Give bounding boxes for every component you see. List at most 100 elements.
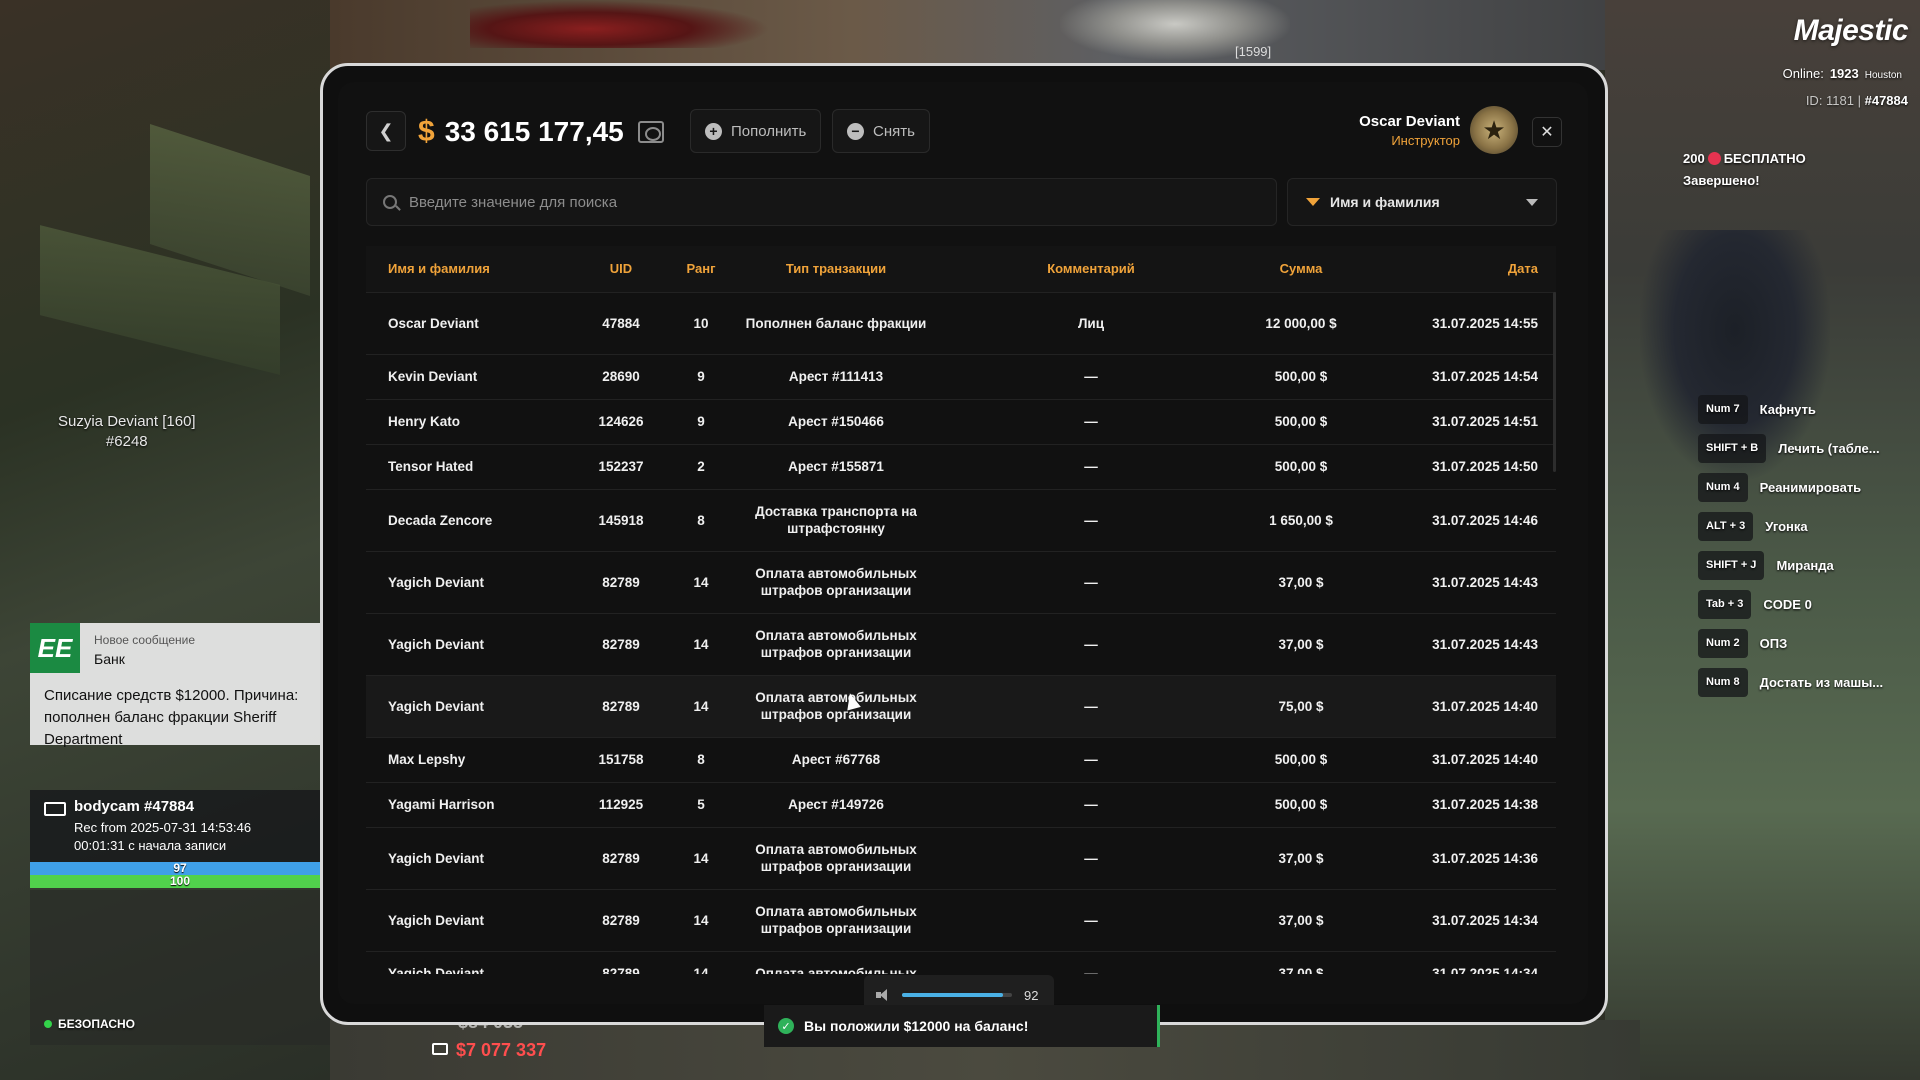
cell-sum: 500,00 $ [1246,353,1356,399]
cell-comment: — [936,550,1246,613]
search-bar [366,178,1277,226]
cell-type: Арест #150466 [736,398,936,444]
table-scrollbar[interactable] [1553,292,1556,472]
back-button[interactable]: ❮ [366,111,406,151]
notification-sender: Банк [94,651,125,667]
table-header-row: Имя и фамилия UID Ранг Тип транзакции Ко… [366,246,1556,292]
withdraw-button[interactable]: − Снять [832,109,930,153]
cell-date: 31.07.2025 14:51 [1356,398,1556,444]
safe-zone-label: БЕЗОПАСНО [58,1017,135,1031]
health-value: 100 [169,874,191,888]
cell-uid: 82789 [576,550,666,613]
cell-date: 31.07.2025 14:38 [1356,781,1556,827]
red-car [470,0,770,48]
chevron-left-icon: ❮ [378,120,394,141]
cell-date: 31.07.2025 14:40 [1356,736,1556,782]
cell-name: Yagich Deviant [366,674,576,737]
cell-sum: 12 000,00 $ [1246,291,1356,354]
table-row[interactable]: Tensor Hated 152237 2 Арест #155871—500,00 … [366,443,1556,489]
header-type: Тип транзакции [736,246,936,292]
header-date: Дата [1356,246,1556,292]
cell-uid: 151758 [576,736,666,782]
hotkey-key: Num 4 [1698,473,1748,502]
hotkey-key: Num 7 [1698,395,1748,424]
bodycam-rec: Rec from 2025-07-31 14:53:46 [74,820,252,835]
bonus-reward: 200 БЕСПЛАТНО Завершено! [1683,148,1806,192]
cell-uid: 124626 [576,398,666,444]
table-row[interactable]: Yagich Deviant 82789 14 Оплата автомобильны… [366,950,1556,974]
speaker-icon[interactable] [876,988,890,1002]
table-row[interactable]: Henry Kato 124626 9 Арест #150466—500,00 $3… [366,398,1556,444]
cell-comment: — [936,826,1246,889]
hotkey-key: Num 8 [1698,668,1748,697]
minus-circle-icon: − [847,122,864,140]
hotkey-action: Лечить (табле... [1778,441,1880,456]
deposit-button[interactable]: + Пополнить [690,109,822,153]
hotkey-action: ОПЗ [1759,636,1788,651]
hotkey-item: Num 4 Реанимировать [1698,468,1883,507]
cell-date: 31.07.2025 14:34 [1356,950,1556,974]
table-row[interactable]: Max Lepshy 151758 8 Арест #67768—500,00 $31… [366,736,1556,782]
online-count: 1923 [1829,66,1859,81]
close-icon: ✕ [1540,124,1554,141]
hotkey-item: SHIFT + B Лечить (табле... [1698,429,1883,468]
hotkey-item: Tab + 3 CODE 0 [1698,585,1883,624]
cell-uid: 82789 [576,674,666,737]
cell-date: 31.07.2025 14:40 [1356,674,1556,737]
table-row[interactable]: Yagich Deviant 82789 14 Оплата автомобильны… [366,888,1556,951]
cell-name: Yagich Deviant [366,550,576,613]
cell-uid: 145918 [576,488,666,551]
cell-comment: — [936,612,1246,675]
cell-rank: 14 [666,612,736,675]
filter-dropdown[interactable]: Имя и фамилия [1287,178,1557,226]
bank-logo-icon: EE [30,623,80,673]
hotkey-key: SHIFT + J [1698,551,1765,580]
cell-rank: 14 [666,550,736,613]
hotkey-action: CODE 0 [1763,597,1812,612]
cell-type: Арест #111413 [736,353,936,399]
check-icon: ✓ [778,1018,794,1034]
table-row[interactable]: Yagich Deviant 82789 14 Оплата автомобильны… [366,550,1556,613]
cell-name: Henry Kato [366,398,576,444]
cell-date: 31.07.2025 14:55 [1356,291,1556,354]
volume-slider[interactable] [902,993,1012,997]
cell-comment: — [936,888,1246,951]
search-input[interactable] [409,193,1209,211]
cell-comment: Лиц [936,291,1246,354]
player-nametag: Suzyia Deviant [160] #6248 [58,412,196,452]
card-icon [432,1043,448,1055]
cell-sum: 37,00 $ [1246,612,1356,675]
withdraw-label: Снять [873,122,915,140]
cell-sum: 1 650,00 $ [1246,488,1356,551]
cell-name: Yagich Deviant [366,826,576,889]
filter-label: Имя и фамилия [1330,194,1440,210]
table-row[interactable]: Yagich Deviant 82789 14 Оплата автомобильны… [366,612,1556,675]
cell-rank: 8 [666,488,736,551]
hotkey-item: ALT + 3 Угонка [1698,507,1883,546]
bank-amount-value: $7 077 337 [456,1040,547,1060]
cell-uid: 82789 [576,888,666,951]
table-row[interactable]: Yagich Deviant 82789 14 Оплата автомобильны… [366,826,1556,889]
volume-fill [902,993,1004,997]
table-row[interactable]: Decada Zencore 145918 8 Доставка транспорта… [366,488,1556,551]
cell-date: 31.07.2025 14:43 [1356,550,1556,613]
bodycam-elapsed: 00:01:31 с начала записи [74,838,227,853]
hotkey-action: Реанимировать [1759,480,1862,495]
cell-comment: — [936,781,1246,827]
table-row[interactable]: Oscar Deviant 47884 10 Пополнен баланс фрак… [366,291,1556,354]
cell-date: 31.07.2025 14:46 [1356,488,1556,551]
safe-dot-icon [44,1020,52,1028]
table-row[interactable]: Yagich Deviant 82789 14 Оплата автомобильны… [366,674,1556,737]
table-row[interactable]: Yagami Harrison 112925 5 Арест #149726—500,… [366,781,1556,827]
online-label: Online: [1782,66,1824,81]
close-button[interactable]: ✕ [1532,117,1562,147]
cell-comment: — [936,353,1246,399]
bodycam-panel: bodycam #47884 Rec from 2025-07-31 14:53… [30,790,330,862]
filter-icon [1306,198,1320,206]
bodycam-title: bodycam #47884 [74,798,195,815]
world-tag: [1599] [1235,44,1272,59]
table-row[interactable]: Kevin Deviant 28690 9 Арест #111413—500,00 … [366,353,1556,399]
dollar-icon: $ [418,115,435,148]
cell-uid: 152237 [576,443,666,489]
cell-comment: — [936,443,1246,489]
